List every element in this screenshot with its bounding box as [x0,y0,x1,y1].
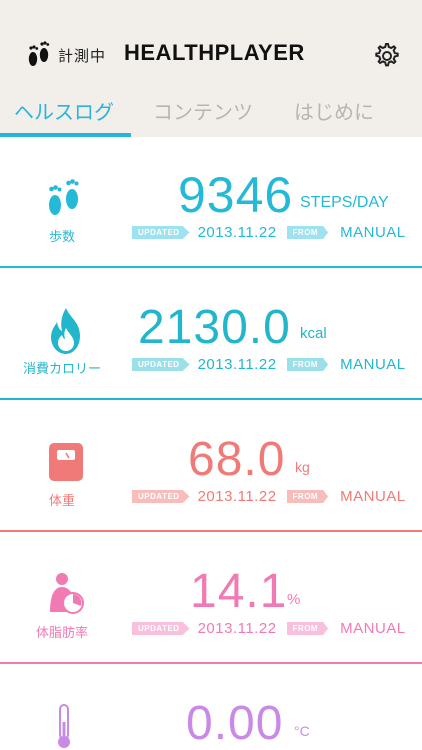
metric-unit: kcal [300,325,327,342]
source-label: MANUAL [340,356,406,373]
updated-date: 2013.11.22 [197,488,277,505]
metric-unit: % [287,591,301,608]
status-label: 計測中 [58,47,107,65]
metric-meta-row: UPDATED 2013.11.22 FROM MANUAL [132,356,406,373]
tab-health-log[interactable]: ヘルスログ [14,96,114,125]
metric-unit: STEPS/DAY [300,194,389,211]
source-label: MANUAL [340,620,406,637]
updated-tag: UPDATED [132,490,190,503]
metric-meta-row: UPDATED 2013.11.22 FROM MANUAL [132,488,406,505]
calories-card[interactable]: 消費カロリー 2130.0 kcal UPDATED 2013.11.22 FR… [0,270,422,400]
metric-value: 0.00 [186,697,284,750]
card-divider [0,530,422,532]
body-fat-icon [50,573,84,614]
thermometer-icon [58,704,70,748]
scale-icon [49,443,83,481]
updated-tag: UPDATED [132,358,190,371]
updated-tag: UPDATED [132,622,190,635]
metric-label: 体脂肪率 [35,625,88,640]
card-divider [0,662,422,664]
tab-contents[interactable]: コンテンツ [153,96,253,125]
metric-label: 体重 [48,493,75,508]
from-tag: FROM [286,622,329,635]
app-header: 計測中 HEALTHPLAYER ヘルスログ コンテンツ はじめに [0,0,422,137]
updated-date: 2013.11.22 [197,224,277,241]
tab-bar: ヘルスログ コンテンツ はじめに [0,96,422,126]
card-divider [0,266,422,268]
measuring-status: 計測中 [26,39,106,71]
metric-meta-row: UPDATED 2013.11.22 FROM MANUAL [132,224,406,241]
updated-date: 2013.11.22 [197,356,277,373]
from-tag: FROM [286,490,329,503]
metric-label: 歩数 [48,229,75,244]
metric-label: 消費カロリー [22,361,101,376]
from-tag: FROM [286,226,329,239]
metric-unit: kg [295,459,310,475]
flame-icon [51,308,80,354]
metric-value: 68.0 [188,433,286,486]
updated-tag: UPDATED [132,226,190,239]
from-tag: FROM [286,358,329,371]
metric-value: 2130.0 [138,301,291,354]
gear-icon[interactable] [373,42,401,70]
updated-date: 2013.11.22 [197,620,277,637]
footprints-icon [49,179,79,215]
footprints-icon [28,41,50,66]
app-title: HEALTHPLAYER [124,40,305,65]
metric-unit: °C [294,723,310,739]
metric-value: 9346 [178,167,294,223]
steps-card[interactable]: 歩数 9346 STEPS/DAY UPDATED 2013.11.22 FRO… [0,138,422,268]
weight-card[interactable]: 体重 68.0 kg UPDATED 2013.11.22 FROM MANUA… [0,402,422,532]
temperature-card[interactable]: 0.00 °C [0,666,422,750]
metric-meta-row: UPDATED 2013.11.22 FROM MANUAL [132,620,406,637]
source-label: MANUAL [340,488,406,505]
body-fat-card[interactable]: 体脂肪率 14.1 % UPDATED 2013.11.22 FROM MANU… [0,534,422,664]
source-label: MANUAL [340,224,406,241]
card-divider [0,398,422,400]
active-tab-indicator [0,133,131,137]
tab-introduction[interactable]: はじめに [294,96,374,125]
metric-value: 14.1 [190,565,288,618]
